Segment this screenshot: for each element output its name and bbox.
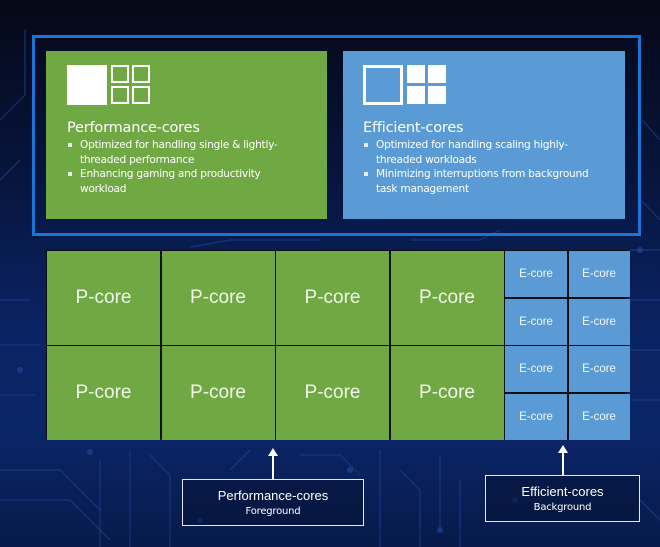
performance-label-title: Performance-cores xyxy=(217,488,329,503)
bullet-item: Minimizing interruptions from background… xyxy=(363,167,603,196)
core-layout-grid: P-core P-core P-core P-core P-core P-cor… xyxy=(46,250,630,440)
efficient-cores-bullets: Optimized for handling scaling highly-th… xyxy=(363,138,625,196)
p-core-block: P-core xyxy=(47,346,160,440)
e-core-block: E-core xyxy=(505,393,567,440)
e-core-block: E-core xyxy=(505,251,567,297)
p-core-block: P-core xyxy=(161,346,275,440)
p-core-block: P-core xyxy=(390,251,504,345)
e-core-block: E-core xyxy=(568,251,630,297)
p-core-block: P-core xyxy=(276,251,389,345)
e-core-block: E-core xyxy=(505,346,567,392)
performance-cores-label: Performance-cores Foreground xyxy=(182,479,364,526)
performance-cores-bullets: Optimized for handling single & lightly-… xyxy=(67,138,327,196)
efficient-cores-title: Efficient-cores xyxy=(363,120,464,136)
efficient-arrow-up-icon xyxy=(558,445,568,476)
e-core-block: E-core xyxy=(568,393,630,440)
efficient-core-icon xyxy=(363,65,447,105)
bullet-item: Optimized for handling single & lightly-… xyxy=(67,138,307,167)
e-core-block: E-core xyxy=(568,346,630,392)
p-core-block: P-core xyxy=(161,251,275,345)
p-core-block: P-core xyxy=(276,346,389,440)
e-core-block: E-core xyxy=(505,298,567,345)
bullet-item: Enhancing gaming and productivity worklo… xyxy=(67,167,307,196)
performance-label-subtitle: Foreground xyxy=(245,506,301,517)
efficient-cores-label: Efficient-cores Background xyxy=(485,475,640,522)
efficient-cores-card: Efficient-cores Optimized for handling s… xyxy=(343,51,625,219)
performance-arrow-up-icon xyxy=(268,448,278,480)
p-core-block: P-core xyxy=(390,346,504,440)
efficient-label-subtitle: Background xyxy=(533,502,592,513)
efficient-label-title: Efficient-cores xyxy=(521,484,604,499)
performance-core-icon xyxy=(67,65,151,105)
performance-cores-card: Performance-cores Optimized for handling… xyxy=(46,51,327,219)
bullet-item: Optimized for handling scaling highly-th… xyxy=(363,138,603,167)
performance-cores-title: Performance-cores xyxy=(67,120,200,136)
e-core-block: E-core xyxy=(568,298,630,345)
p-core-block: P-core xyxy=(47,251,160,345)
